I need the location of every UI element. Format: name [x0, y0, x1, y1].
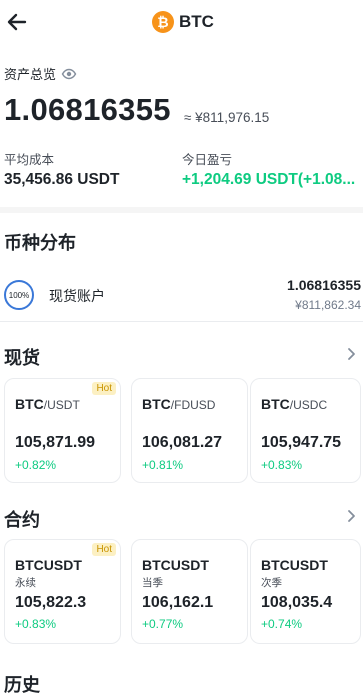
futures-card-next-quarter[interactable]: BTCUSDT 次季 108,035.4 +0.74%	[250, 539, 361, 644]
balance-fiat-value: ≈ ¥811,976.15	[184, 110, 270, 125]
divider	[0, 321, 363, 322]
contract-price: 108,035.4	[261, 594, 333, 611]
today-pnl-label: 今日盈亏	[182, 153, 233, 167]
spot-account-name[interactable]: 现货账户	[49, 286, 105, 306]
title-group: ₿ BTC	[152, 10, 214, 34]
futures-card-current-quarter[interactable]: BTCUSDT 当季 106,162.1 +0.77%	[131, 539, 248, 644]
contract-price: 106,162.1	[142, 594, 214, 611]
pair-quote: /USDC	[289, 398, 328, 412]
overview-label: 资产总览	[4, 67, 57, 82]
futures-card-perpetual[interactable]: Hot BTCUSDT 永续 105,822.3 +0.83%	[4, 539, 121, 644]
history-section-title: 历史	[4, 675, 40, 695]
pair-label: BTC/USDC	[261, 396, 327, 414]
pair-quote: /USDT	[43, 398, 80, 412]
coin-symbol: ₿	[157, 14, 169, 30]
pair-price: 105,947.75	[261, 434, 342, 451]
chevron-right-icon[interactable]	[345, 509, 357, 523]
contract-price: 105,822.3	[15, 594, 87, 611]
avg-cost-value: 35,456.86 USDT	[4, 171, 120, 188]
pair-label: BTC/FDUSD	[142, 396, 215, 414]
futures-section-title: 合约	[4, 510, 40, 530]
pair-price: 105,871.99	[15, 434, 96, 451]
pair-change: +0.81%	[142, 458, 184, 472]
pair-change: +0.83%	[261, 458, 303, 472]
avg-cost-label: 平均成本	[4, 153, 55, 167]
spot-section-title: 现货	[4, 348, 40, 368]
hot-badge: Hot	[92, 382, 116, 395]
contract-type: 当季	[142, 577, 163, 589]
contract-type: 永续	[15, 577, 36, 589]
contract-symbol: BTCUSDT	[261, 557, 328, 573]
pair-label: BTC/USDT	[15, 396, 80, 414]
contract-change: +0.83%	[15, 617, 57, 631]
contract-type: 次季	[261, 577, 282, 589]
contract-change: +0.77%	[142, 617, 184, 631]
pair-quote: /FDUSD	[170, 398, 216, 412]
contract-symbol: BTCUSDT	[15, 557, 82, 573]
pair-base: BTC	[261, 396, 290, 412]
total-balance: 1.06816355	[4, 92, 171, 127]
pair-price: 106,081.27	[142, 434, 223, 451]
distribution-percent: 100%	[8, 290, 30, 300]
today-pnl-value[interactable]: +1,204.69 USDT(+1.08...	[182, 171, 355, 189]
distribution-ring: 100%	[4, 280, 34, 310]
chevron-right-icon[interactable]	[345, 347, 357, 361]
spot-card-btc-fdusd[interactable]: BTC/FDUSD 106,081.27 +0.81%	[131, 378, 248, 483]
distribution-title: 币种分布	[4, 233, 76, 253]
btc-coin-icon: ₿	[152, 11, 174, 33]
spot-card-btc-usdt[interactable]: Hot BTC/USDT 105,871.99 +0.82%	[4, 378, 121, 483]
contract-symbol: BTCUSDT	[142, 557, 209, 573]
pair-base: BTC	[15, 396, 44, 412]
spot-card-btc-usdc[interactable]: BTC/USDC 105,947.75 +0.83%	[250, 378, 361, 483]
contract-change: +0.74%	[261, 617, 303, 631]
pair-base: BTC	[142, 396, 171, 412]
top-bar: ₿ BTC	[0, 0, 363, 46]
spot-account-fiat: ¥811,862.34	[295, 298, 361, 312]
pair-change: +0.82%	[15, 458, 57, 472]
overview-label-row: 资产总览	[4, 64, 77, 83]
arrow-left-icon[interactable]	[6, 11, 28, 33]
eye-icon[interactable]	[61, 66, 77, 82]
page-title: BTC	[179, 12, 214, 31]
hot-badge: Hot	[92, 543, 116, 556]
spot-account-amount: 1.06816355	[287, 277, 361, 293]
section-divider	[0, 207, 363, 213]
